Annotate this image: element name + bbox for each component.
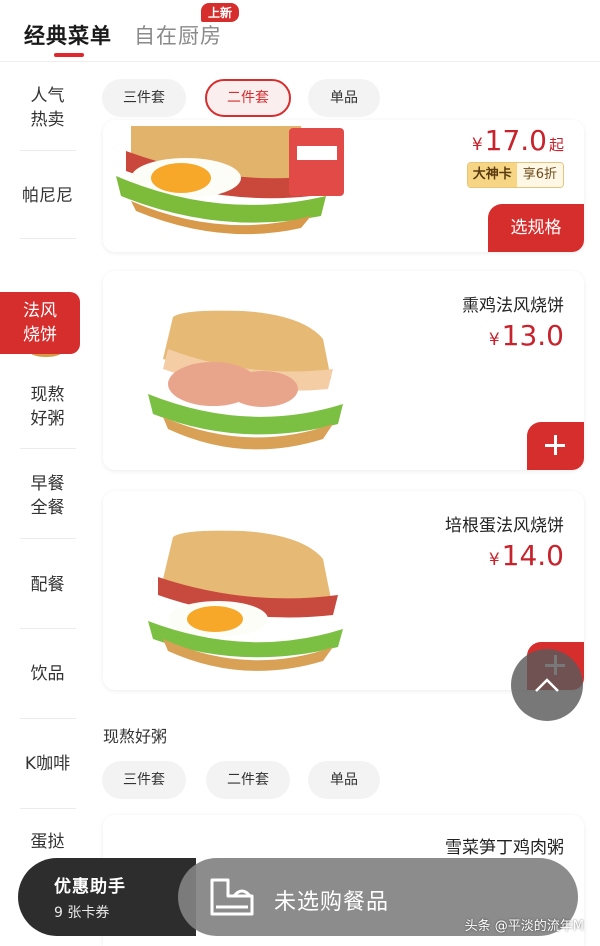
chip-single[interactable]: 单品 <box>308 761 380 799</box>
cart-status-label: 未选购餐品 <box>274 890 390 915</box>
sidebar-divider <box>20 448 76 449</box>
member-discount-tag: 大神卡 享6折 <box>466 162 564 188</box>
smoked-chicken-sandwich-image <box>148 310 343 450</box>
product-name: 培根蛋法风烧饼 <box>445 516 564 536</box>
product-card[interactable]: 熏鸡法风烧饼 ¥13.0 <box>103 271 584 470</box>
chevron-up-icon <box>535 678 559 692</box>
sidebar-item-label: 蛋挞 <box>30 832 65 852</box>
sidebar-item-label: 烧饼 <box>23 325 57 345</box>
sidebar-item-label: 法风 <box>23 301 57 321</box>
choose-spec-button[interactable]: 选规格 <box>488 204 584 252</box>
tab-free-kitchen[interactable]: 自在厨房 <box>134 20 222 50</box>
tab-classic-menu[interactable]: 经典菜单 <box>24 20 112 50</box>
sidebar-item-label: 热卖 <box>30 110 65 130</box>
sidebar-item-panini[interactable]: 帕尼尼 <box>0 184 95 208</box>
sandwich-egg-image <box>116 126 344 235</box>
member-card-label: 大神卡 <box>467 163 517 187</box>
coupon-assistant-button[interactable]: 优惠助手 9 张卡券 <box>18 858 196 936</box>
sidebar-item-french-bake[interactable]: 法风 烧饼 <box>0 292 80 354</box>
chip-two-piece[interactable]: 二件套 <box>205 79 291 117</box>
sidebar-divider <box>20 238 76 239</box>
sidebar-item-label: 全餐 <box>30 498 65 518</box>
sidebar-divider <box>20 808 76 809</box>
sidebar-item-label: 早餐 <box>30 474 65 494</box>
sidebar-item-popular[interactable]: 人气 热卖 <box>0 84 95 132</box>
sidebar-item-label: 配餐 <box>30 575 65 595</box>
sidebar-divider <box>20 718 76 719</box>
chip-single[interactable]: 单品 <box>308 79 380 117</box>
discount-label: 享6折 <box>516 163 563 187</box>
sidebar-item-label: 人气 <box>30 86 65 106</box>
chip-three-piece[interactable]: 三件套 <box>102 761 186 799</box>
product-name: 雪菜笋丁鸡肉粥 <box>445 838 564 858</box>
top-tab-bar: 经典菜单 自在厨房 上新 <box>0 0 600 62</box>
product-price: ¥17.0 起 <box>471 124 564 157</box>
active-tab-indicator <box>54 53 84 57</box>
coupon-assistant-title: 优惠助手 <box>54 877 126 897</box>
sidebar-divider <box>20 628 76 629</box>
sidebar-item-egg-tart[interactable]: 蛋挞 <box>0 830 95 854</box>
sidebar-divider <box>20 150 76 151</box>
watermark: 头条 @平淡的流年M <box>464 919 584 934</box>
product-card[interactable]: 培根蛋法风烧饼 ¥14.0 <box>103 491 584 690</box>
coupon-count: 9 张卡券 <box>54 905 110 921</box>
product-card[interactable]: ¥17.0 起 大神卡 享6折 选规格 <box>103 120 584 252</box>
sidebar-item-label: 饮品 <box>30 664 65 684</box>
add-to-cart-button[interactable] <box>527 422 584 470</box>
scroll-to-top-button[interactable] <box>511 649 583 721</box>
chip-two-piece[interactable]: 二件套 <box>206 761 290 799</box>
sidebar-divider <box>20 538 76 539</box>
sidebar-item-breakfast-set[interactable]: 早餐 全餐 <box>0 472 95 520</box>
new-badge: 上新 <box>201 3 240 22</box>
product-price: ¥13.0 <box>488 319 564 352</box>
sidebar-item-drinks[interactable]: 饮品 <box>0 662 95 686</box>
product-price: ¥14.0 <box>488 539 564 572</box>
chip-three-piece[interactable]: 三件套 <box>102 79 186 117</box>
sidebar-item-porridge[interactable]: 现熬 好粥 <box>0 383 95 431</box>
food-bag-icon <box>210 878 254 916</box>
category-sidebar: 人气 热卖 帕尼尼 法风 烧饼 现熬 好粥 早餐 全餐 配餐 饮品 K咖啡 蛋挞 <box>0 62 95 946</box>
product-name: 熏鸡法风烧饼 <box>462 296 564 316</box>
bacon-egg-sandwich-image <box>148 530 343 671</box>
sidebar-item-sides[interactable]: 配餐 <box>0 573 95 597</box>
sidebar-item-label: 现熬 <box>30 385 65 405</box>
section-title: 现熬好粥 <box>103 727 168 746</box>
sidebar-item-label: 帕尼尼 <box>22 186 73 206</box>
sidebar-item-k-coffee[interactable]: K咖啡 <box>0 752 95 776</box>
sidebar-item-label: 好粥 <box>30 409 65 429</box>
sidebar-item-label: K咖啡 <box>24 754 71 774</box>
